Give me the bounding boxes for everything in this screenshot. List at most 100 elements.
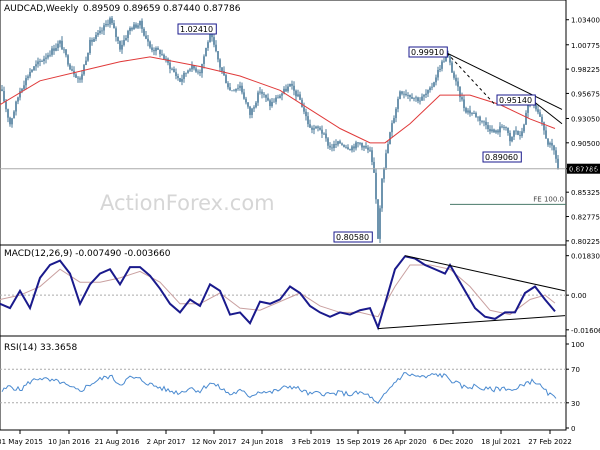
candle-body <box>509 132 511 142</box>
candle-body <box>63 49 65 51</box>
candle-body <box>557 158 559 169</box>
candle-body <box>499 126 501 133</box>
candle-body <box>105 24 107 26</box>
candle-body <box>345 146 347 148</box>
macd-title: MACD(12,26,9) -0.007490 -0.003660 <box>4 249 171 259</box>
candle-body <box>255 102 257 108</box>
candle-body <box>53 48 55 51</box>
candle-body <box>553 145 555 151</box>
candle-body <box>151 47 153 51</box>
candle-body <box>437 69 439 78</box>
candle-body <box>473 112 475 114</box>
candle-body <box>363 146 365 148</box>
candle-body <box>101 30 103 32</box>
price-y-tick-label: 0.90500 <box>571 140 600 148</box>
candle-body <box>393 118 395 124</box>
candle-body <box>195 68 197 72</box>
candle-body <box>423 95 425 97</box>
candle-body <box>481 120 483 122</box>
candle-body <box>35 64 37 67</box>
candle-body <box>527 105 529 113</box>
candle-body <box>379 208 381 239</box>
candle-body <box>177 75 179 79</box>
candle-body <box>115 28 117 37</box>
candle-body <box>319 127 321 130</box>
candle-body <box>507 127 509 133</box>
candle-body <box>61 40 63 50</box>
price-y-tick-label: 0.98225 <box>571 66 600 74</box>
candle-body <box>55 48 57 51</box>
x-tick-label: 21 Aug 2016 <box>95 438 140 446</box>
candle-body <box>219 59 221 68</box>
candle-body <box>403 93 405 95</box>
candle-body <box>487 125 489 130</box>
candle-body <box>269 100 271 107</box>
rsi-y-tick-label: 0 <box>571 425 575 433</box>
candle-body <box>249 106 251 115</box>
candle-body <box>303 107 305 112</box>
candle-body <box>77 77 79 79</box>
candle-body <box>15 101 17 112</box>
candle-body <box>215 44 217 52</box>
candle-body <box>41 61 43 62</box>
candle-body <box>59 40 61 44</box>
candle-body <box>313 128 315 130</box>
candle-body <box>287 86 289 92</box>
candle-body <box>97 32 99 35</box>
candle-body <box>369 149 371 151</box>
candle-body <box>237 87 239 89</box>
price-y-tick-label: 1.03400 <box>571 17 600 25</box>
candle-body <box>525 112 527 125</box>
candle-body <box>279 95 281 99</box>
candle-body <box>201 63 203 74</box>
candle-body <box>103 25 105 31</box>
candle-body <box>169 62 171 69</box>
candle-body <box>513 130 515 137</box>
candle-body <box>261 91 263 94</box>
candle-body <box>227 83 229 88</box>
candle-body <box>17 97 19 102</box>
candle-body <box>523 124 525 132</box>
candle-body <box>463 99 465 109</box>
candle-body <box>87 53 89 61</box>
candle-body <box>1 89 3 91</box>
candle-body <box>465 108 467 113</box>
candle-body <box>123 39 125 45</box>
candle-body <box>39 61 41 62</box>
candle-body <box>43 58 45 62</box>
candle-body <box>127 31 129 39</box>
candle-body <box>275 97 277 102</box>
candle-body <box>395 108 397 119</box>
candle-body <box>189 69 191 71</box>
candle-body <box>375 172 377 200</box>
candle-body <box>241 85 243 93</box>
candle-body <box>359 142 361 144</box>
x-tick-label: 24 Jun 2018 <box>241 438 283 446</box>
candle-body <box>477 116 479 118</box>
x-tick-label: 12 Nov 2017 <box>192 438 237 446</box>
candle-body <box>197 71 199 73</box>
candle-body <box>47 55 49 58</box>
candle-body <box>419 100 421 102</box>
candle-body <box>455 77 457 82</box>
candle-body <box>385 153 387 168</box>
candle-body <box>289 83 291 87</box>
candle-body <box>479 116 481 121</box>
candle-body <box>155 47 157 52</box>
candle-body <box>93 38 95 42</box>
candle-body <box>133 24 135 30</box>
candle-body <box>263 93 265 95</box>
candle-body <box>229 87 231 91</box>
price-y-tick-label: 0.87786 <box>571 166 600 174</box>
candle-body <box>469 110 471 114</box>
candle-body <box>75 74 77 78</box>
candle-body <box>485 121 487 126</box>
candle-body <box>29 71 31 77</box>
candle-body <box>231 90 233 92</box>
candle-body <box>461 97 463 100</box>
candle-body <box>239 85 241 88</box>
candle-body <box>401 91 403 94</box>
candle-body <box>325 133 327 139</box>
price-y-tick-label: 0.85325 <box>571 189 600 197</box>
candle-body <box>135 24 137 28</box>
